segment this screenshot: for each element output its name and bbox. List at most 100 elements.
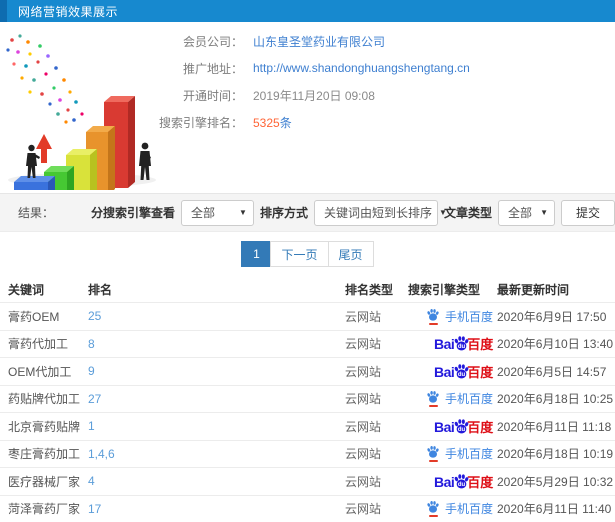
rank-link[interactable]: 27 [88,392,345,406]
article-type-select[interactable]: 全部 ▼ [498,200,555,226]
rank-link[interactable]: 1 [88,419,345,433]
search-engine-cell: Bai du 百度 [408,418,497,435]
baidu-paw-icon [426,390,440,404]
col-engine-type: 搜索引擎类型 [408,281,497,298]
field-open-time: 开通时间： 2019年11月20日 09:08 [85,89,610,101]
baidu-logo: Bai du 百度 [434,418,493,434]
promo-url-link[interactable]: http://www.shandonghuangshengtang.cn [253,61,470,75]
search-engine-cell: Bai du 百度 [408,363,497,380]
search-engine-cell: Bai du 百度 [408,473,497,490]
baidu-logo-cn: 百度 [467,476,493,489]
pagination: 1 下一页 尾页 [0,241,615,267]
open-time-value: 2019年11月20日 09:08 [253,87,375,104]
keyword-cell: 菏泽膏药厂家 [8,500,88,517]
keyword-cell: 医疗器械厂家 [8,473,88,490]
keyword-cell: 药贴牌代加工 [8,390,88,407]
update-time-cell: 2020年6月11日 11:40 [497,500,615,517]
baidu-logo-bai: Bai [434,420,454,434]
table-row: 药贴牌代加工27云网站 手机百度2020年6月18日 10:25 [0,385,615,413]
update-time-cell: 2020年6月10日 13:40 [497,335,615,352]
table-row: 膏药代加工8云网站 Bai du 百度2020年6月10日 13:40 [0,330,615,358]
results-table: 关键词 排名 排名类型 搜索引擎类型 最新更新时间 膏药OEM25云网站 手机百… [0,276,615,522]
col-keyword: 关键词 [8,281,88,298]
rank-link[interactable]: 4 [88,474,345,488]
keyword-cell: 枣庄膏药加工 [8,445,88,462]
svg-text:du: du [458,482,466,488]
keyword-cell: 膏药OEM [8,308,88,325]
submit-button[interactable]: 提交 [561,200,615,226]
company-info-section: 会员公司： 山东皇圣堂药业有限公司 推广地址： http://www.shand… [0,22,615,193]
rank-type-cell: 云网站 [345,363,408,380]
mobile-baidu-logo: 手机百度 [426,445,493,462]
mobile-baidu-label: 手机百度 [445,500,493,517]
col-update-time: 最新更新时间 [497,281,615,298]
rank-link[interactable]: 8 [88,337,345,351]
filter-bar: 结果： 分搜索引擎查看 全部 ▼ 排序方式 关键词由短到长排序 ▼ 文章类型 全… [0,193,615,232]
table-row: 膏药OEM25云网站 手机百度2020年6月9日 17:50 [0,302,615,330]
field-search-ranking: 搜索引擎排名： 5325条 [85,116,610,128]
baidu-logo-cn: 百度 [467,366,493,379]
search-ranking-count[interactable]: 5325条 [253,114,292,131]
update-time-cell: 2020年6月5日 14:57 [497,363,615,380]
results-table-body: 膏药OEM25云网站 手机百度2020年6月9日 17:50膏药代加工8云网站 … [0,302,615,522]
engine-filter-label: 分搜索引擎查看 [91,204,175,221]
engine-filter-select[interactable]: 全部 ▼ [181,200,254,226]
baidu-paw-icon [426,445,440,459]
search-engine-cell: 手机百度 [408,445,497,462]
rank-type-cell: 云网站 [345,473,408,490]
sort-select[interactable]: 关键词由短到长排序 ▼ [314,200,438,226]
rank-link[interactable]: 9 [88,364,345,378]
rank-type-cell: 云网站 [345,500,408,517]
page-next-button[interactable]: 下一页 [270,241,328,267]
baidu-logo: Bai du 百度 [434,473,493,489]
mobile-baidu-logo: 手机百度 [426,500,493,517]
table-row: 枣庄膏药加工1,4,6云网站 手机百度2020年6月18日 10:19 [0,440,615,468]
search-engine-cell: 手机百度 [408,500,497,517]
title-bar-accent [0,0,7,22]
update-time-cell: 2020年6月9日 17:50 [497,308,615,325]
rank-type-cell: 云网站 [345,308,408,325]
mobile-baidu-label: 手机百度 [445,445,493,462]
businessman-left [26,145,40,178]
table-row: 医疗器械厂家4云网站 Bai du 百度2020年5月29日 10:32 [0,467,615,495]
mobile-baidu-logo: 手机百度 [426,390,493,407]
rank-type-cell: 云网站 [345,335,408,352]
paw-underline [429,323,438,325]
sort-label: 排序方式 [260,204,308,221]
search-engine-cell: Bai du 百度 [408,335,497,352]
baidu-logo-cn: 百度 [467,338,493,351]
engine-filter-value: 全部 [191,204,215,221]
member-company-link[interactable]: 山东皇圣堂药业有限公司 [253,33,385,50]
mobile-baidu-paw [426,308,440,325]
keyword-cell: 北京膏药贴牌 [8,418,88,435]
mobile-baidu-label: 手机百度 [445,390,493,407]
member-company-label: 会员公司： [85,33,243,50]
result-label: 结果： [18,204,54,221]
baidu-paw-icon [426,500,440,514]
company-info-fields: 会员公司： 山东皇圣堂药业有限公司 推广地址： http://www.shand… [85,35,610,143]
rank-type-cell: 云网站 [345,445,408,462]
svg-text:du: du [458,344,466,350]
svg-text:du: du [458,427,466,433]
baidu-logo: Bai du 百度 [434,363,493,379]
sort-value: 关键词由短到长排序 [324,204,432,221]
rank-type-cell: 云网站 [345,390,408,407]
rank-link[interactable]: 1,4,6 [88,447,345,461]
ranking-unit: 条 [280,116,292,130]
paw-underline [429,515,438,517]
baidu-logo-bai: Bai [434,365,454,379]
page-last-button[interactable]: 尾页 [328,241,374,267]
rank-link[interactable]: 25 [88,309,345,323]
update-time-cell: 2020年6月18日 10:25 [497,390,615,407]
field-member-company: 会员公司： 山东皇圣堂药业有限公司 [85,35,610,47]
filter-controls: 分搜索引擎查看 全部 ▼ 排序方式 关键词由短到长排序 ▼ 文章类型 全部 ▼ … [91,200,615,226]
baidu-logo-bai: Bai [434,337,454,351]
article-type-value: 全部 [508,204,532,221]
open-time-label: 开通时间： [85,87,243,104]
paw-underline [429,460,438,462]
chevron-down-icon: ▼ [533,208,548,217]
baidu-logo-cn: 百度 [467,421,493,434]
table-header-row: 关键词 排名 排名类型 搜索引擎类型 最新更新时间 [0,276,615,302]
rank-link[interactable]: 17 [88,502,345,516]
page-current[interactable]: 1 [241,241,271,267]
